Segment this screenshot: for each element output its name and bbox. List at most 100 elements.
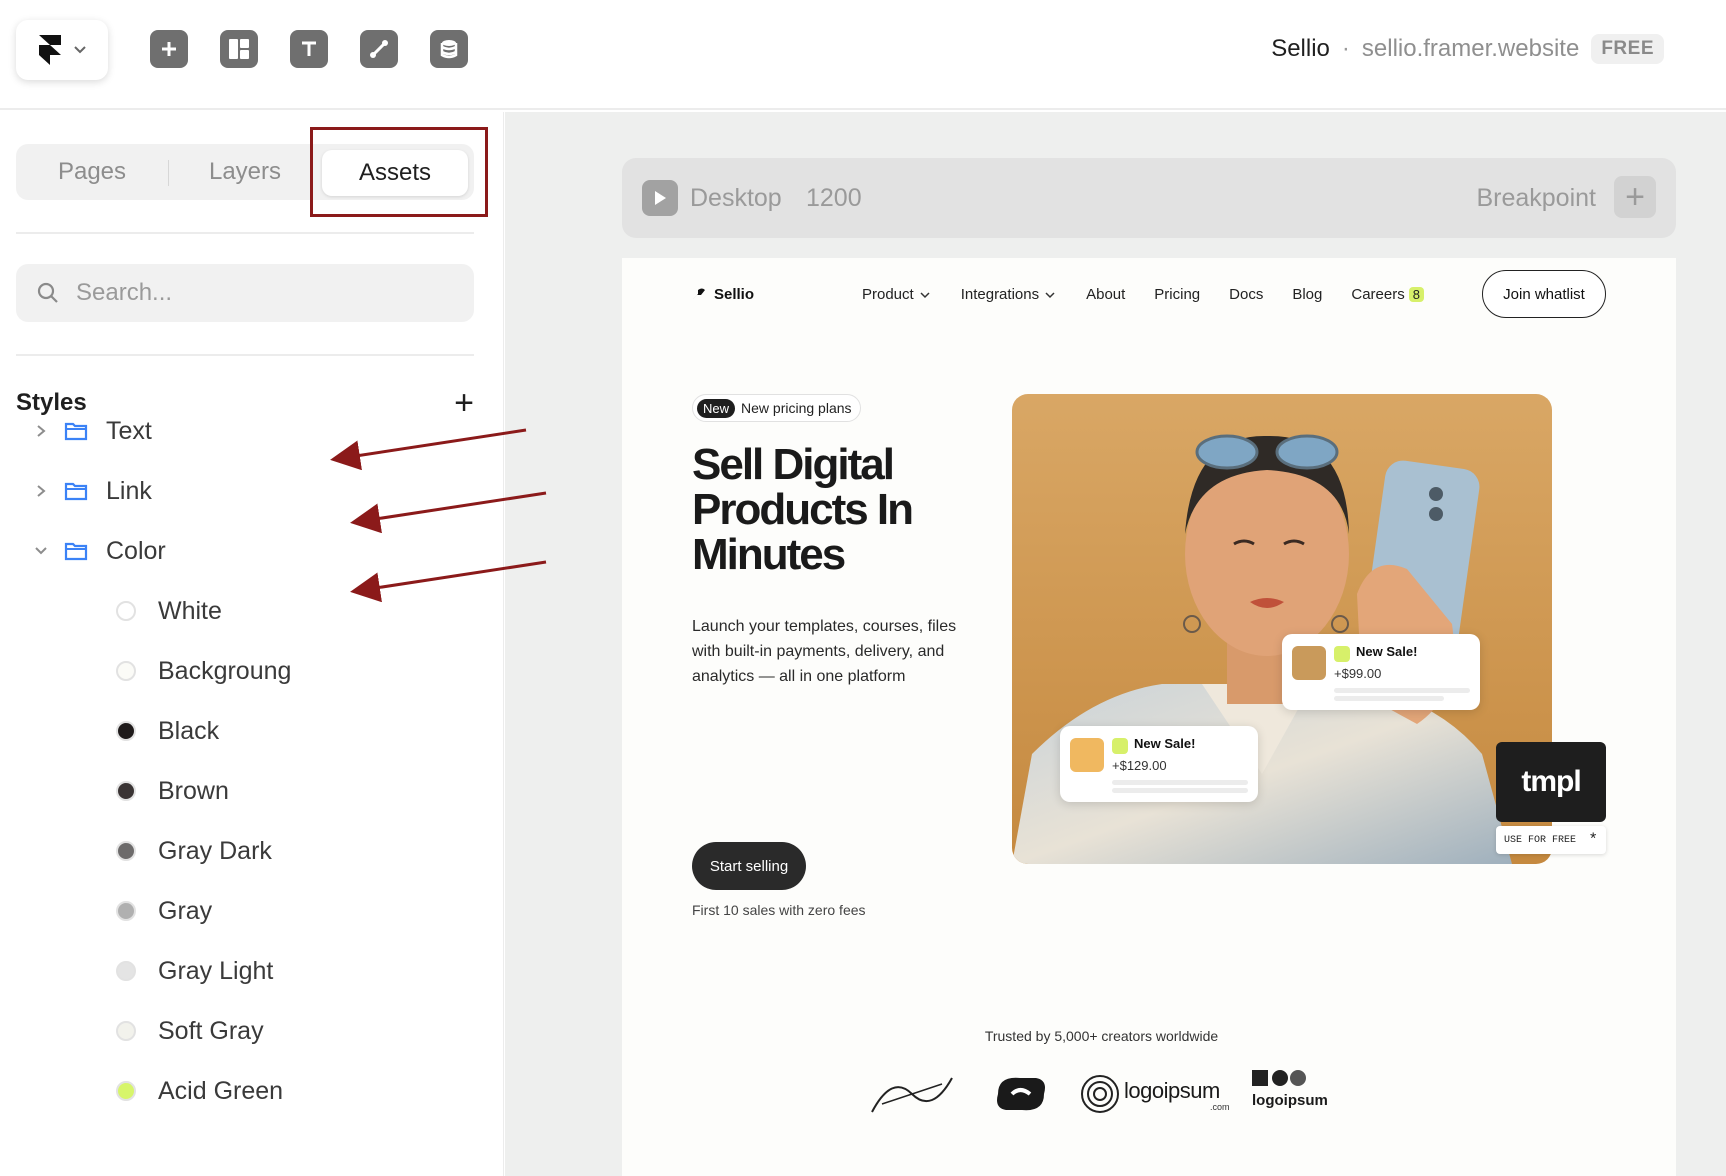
left-panel: Pages Layers Assets Styles + Text Link C…	[0, 112, 504, 1176]
color-swatch	[116, 1021, 136, 1041]
brand-logo-icon	[693, 288, 705, 299]
color-label: Gray	[158, 896, 213, 925]
logo-wordmark: logoipsum	[1252, 1092, 1328, 1109]
color-style-black[interactable]: Black	[116, 711, 219, 751]
framer-logo-icon	[39, 35, 61, 65]
pricing-pill[interactable]: New New pricing plans	[692, 394, 861, 422]
swirl-logo-icon	[997, 1077, 1045, 1111]
add-breakpoint-button[interactable]: +	[1614, 176, 1656, 218]
color-label: Brown	[158, 776, 229, 805]
sale-icon	[1112, 738, 1128, 754]
breakpoint-bar: Desktop 1200 Breakpoint +	[622, 158, 1676, 238]
color-swatch	[116, 841, 136, 861]
color-style-soft-gray[interactable]: Soft Gray	[116, 1011, 264, 1051]
framer-menu-button[interactable]	[16, 20, 108, 80]
folder-label: Color	[106, 536, 166, 565]
folder-color[interactable]: Color	[30, 531, 166, 571]
color-style-brown[interactable]: Brown	[116, 771, 229, 811]
nav-blog[interactable]: Blog	[1292, 286, 1322, 303]
chevron-right-icon	[37, 485, 46, 497]
site-navbar: Sellio Product Integrations About Pricin…	[692, 270, 1606, 318]
skeleton-line	[1112, 788, 1248, 793]
color-swatch	[116, 661, 136, 681]
search-field[interactable]	[16, 264, 474, 322]
color-swatch	[116, 781, 136, 801]
nav-about[interactable]: About	[1086, 286, 1125, 303]
top-toolbar: Sellio · sellio.framer.website FREE	[0, 0, 1726, 110]
sale-icon	[1334, 646, 1350, 662]
color-style-gray[interactable]: Gray	[116, 891, 212, 931]
color-swatch	[116, 721, 136, 741]
tab-layers[interactable]: Layers	[169, 144, 321, 200]
product-thumbnail	[1070, 738, 1104, 772]
color-swatch	[116, 901, 136, 921]
use-for-free-badge[interactable]: USE FOR FREE *	[1496, 826, 1606, 854]
site-brand[interactable]: Sellio	[692, 286, 754, 303]
preview-button[interactable]	[642, 180, 678, 216]
trusted-by-text: Trusted by 5,000+ creators worldwide	[984, 1028, 1219, 1044]
logo-domain: .com	[1210, 1102, 1230, 1112]
color-label: Backgroung	[158, 656, 292, 685]
asterisk-icon: *	[1588, 831, 1598, 849]
pill-text: New pricing plans	[741, 400, 852, 416]
skeleton-line	[1112, 780, 1248, 785]
color-swatch	[116, 1081, 136, 1101]
text-icon	[302, 41, 316, 56]
skeleton-line	[1334, 696, 1444, 701]
color-swatch	[116, 961, 136, 981]
nav-product[interactable]: Product	[862, 286, 932, 303]
tmpl-badge[interactable]: tmpl	[1496, 742, 1606, 822]
color-style-gray-dark[interactable]: Gray Dark	[116, 831, 272, 871]
layout-button[interactable]	[220, 30, 258, 68]
database-icon	[440, 40, 458, 59]
site-url: sellio.framer.website	[1361, 35, 1580, 62]
divider	[16, 354, 474, 356]
start-selling-button[interactable]: Start selling	[692, 842, 806, 890]
hero-headline: Sell Digital Products In Minutes	[692, 440, 914, 579]
search-input[interactable]	[76, 279, 436, 307]
text-tool-button[interactable]	[290, 30, 328, 68]
site-title[interactable]: Sellio · sellio.framer.website FREE	[1271, 34, 1664, 64]
vector-icon	[370, 40, 388, 58]
nav-label: Careers	[1351, 286, 1405, 303]
breakpoint-label[interactable]: Breakpoint	[1476, 184, 1596, 213]
color-label: Soft Gray	[158, 1016, 264, 1045]
breakpoint-width: 1200	[806, 184, 862, 212]
search-icon	[37, 282, 58, 303]
divider	[16, 232, 474, 234]
folder-text[interactable]: Text	[30, 411, 152, 451]
cms-button[interactable]	[430, 30, 468, 68]
nav-label: Integrations	[960, 286, 1040, 303]
insert-button[interactable]	[150, 30, 188, 68]
title-separator: ·	[1341, 35, 1350, 62]
play-icon	[655, 191, 666, 205]
use-for-free-label: USE FOR FREE	[1504, 834, 1577, 846]
folder-label: Link	[106, 476, 152, 505]
tab-pages[interactable]: Pages	[16, 144, 168, 200]
sale-notification: New Sale! +$129.00	[1060, 726, 1258, 802]
nav-careers[interactable]: Careers 8	[1351, 286, 1424, 303]
shapes-logo-icon	[1252, 1070, 1306, 1086]
assets-highlight-box	[310, 127, 488, 217]
color-style-acid-green[interactable]: Acid Green	[116, 1071, 283, 1111]
nav-integrations[interactable]: Integrations	[961, 286, 1057, 303]
plus-icon	[162, 42, 176, 56]
chevron-right-icon	[37, 425, 46, 437]
vector-tool-button[interactable]	[360, 30, 398, 68]
nav-pricing[interactable]: Pricing	[1154, 286, 1200, 303]
chevron-down-icon	[74, 46, 86, 54]
plan-badge: FREE	[1591, 34, 1664, 64]
color-style-backgroung[interactable]: Backgroung	[116, 651, 291, 691]
target-logo-icon	[1081, 1075, 1119, 1113]
chevron-down-icon	[920, 291, 930, 298]
add-style-button[interactable]: +	[454, 386, 474, 420]
chevron-down-icon	[1045, 291, 1055, 298]
website-frame[interactable]: Sellio Product Integrations About Pricin…	[622, 258, 1676, 1176]
color-style-white[interactable]: White	[116, 591, 222, 631]
folder-link[interactable]: Link	[30, 471, 152, 511]
layout-icon	[229, 39, 249, 59]
nav-docs[interactable]: Docs	[1229, 286, 1263, 303]
color-swatch	[116, 601, 136, 621]
join-whatlist-button[interactable]: Join whatlist	[1482, 270, 1606, 318]
color-style-gray-light[interactable]: Gray Light	[116, 951, 273, 991]
